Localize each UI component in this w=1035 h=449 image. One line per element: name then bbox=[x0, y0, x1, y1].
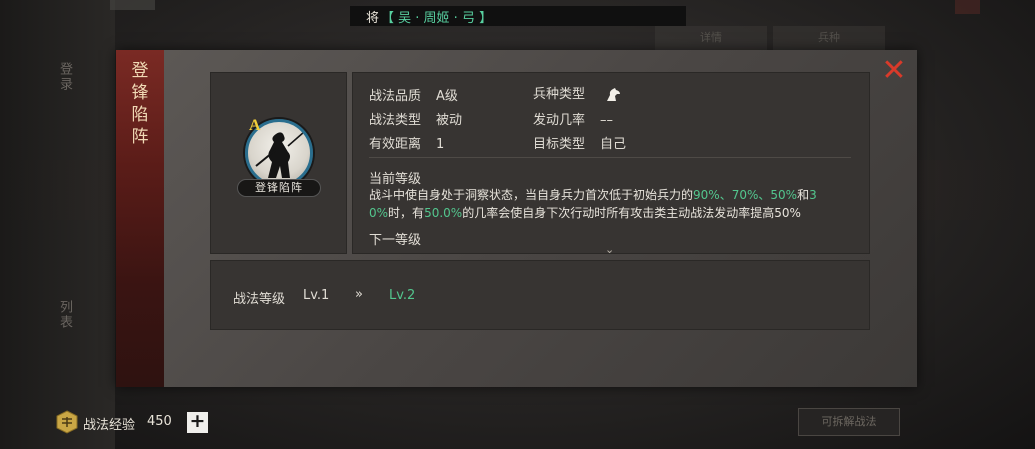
chevron-down-icon[interactable]: ⌄ bbox=[605, 243, 614, 256]
attr-quality-value: A级 bbox=[436, 89, 458, 104]
current-level-label: 当前等级 bbox=[369, 172, 422, 187]
attr-range-value: 1 bbox=[436, 137, 445, 152]
attr-target-label: 目标类型 bbox=[533, 137, 586, 152]
general-name: 【 吴 · 周姬 · 弓 】 bbox=[381, 10, 493, 26]
general-label: 将 bbox=[366, 10, 380, 26]
background-close-hint bbox=[955, 0, 980, 14]
divider bbox=[369, 157, 851, 158]
tactic-name-tag: 登锋陷阵 bbox=[237, 179, 321, 197]
attr-type-value: 被动 bbox=[436, 113, 463, 128]
attr-quality: 战法品质 A级 bbox=[369, 85, 458, 104]
attr-target-value: 自己 bbox=[600, 137, 627, 152]
tactic-description: 战斗中使自身处于洞察状态，当自身兵力首次低于初始兵力的90%、70%、50%和3… bbox=[369, 188, 817, 220]
attr-type-label: 战法类型 bbox=[369, 113, 422, 128]
horse-icon bbox=[607, 87, 621, 101]
attr-range-label: 有效距离 bbox=[369, 137, 422, 152]
tactic-grade: A bbox=[249, 117, 261, 134]
tactic-exp-icon bbox=[56, 410, 78, 434]
attr-target: 目标类型 自己 bbox=[533, 133, 626, 152]
background-decoration bbox=[110, 0, 155, 10]
background-tab-1: 登录 bbox=[57, 62, 72, 92]
attr-range: 有效距离 1 bbox=[369, 133, 444, 152]
tactic-info-panel: 战法品质 A级 战法类型 被动 有效距离 1 兵种类型 发动几率 –– 目标类型 自己 当… bbox=[352, 72, 870, 256]
general-name-bar: 将 【 吴 · 周姬 · 弓 】 bbox=[350, 6, 686, 26]
exp-label: 战法经验 bbox=[83, 418, 136, 433]
tactic-card: A 登锋陷阵 bbox=[210, 72, 347, 254]
attr-rate-label: 发动几率 bbox=[533, 113, 586, 128]
attr-rate-value: –– bbox=[600, 113, 613, 128]
background-tab-2: 列表 bbox=[57, 300, 72, 330]
tactic-level-panel: 战法等级 Lv.1 » Lv.2 bbox=[210, 260, 870, 330]
exp-value: 450 bbox=[147, 414, 172, 429]
background-bottom-button: 可拆解战法 bbox=[798, 408, 900, 436]
attr-type: 战法类型 被动 bbox=[369, 109, 462, 128]
next-level-value: Lv.2 bbox=[389, 288, 416, 303]
attr-troop: 兵种类型 bbox=[533, 83, 622, 103]
level-arrow-icon: » bbox=[355, 287, 363, 302]
dialog-title-banner: 登锋陷阵 bbox=[116, 50, 164, 387]
background-top-tabs: 详情 兵种 bbox=[655, 26, 885, 50]
background-top-tab-2: 兵种 bbox=[773, 26, 885, 50]
background-top-tab-1: 详情 bbox=[655, 26, 767, 50]
attr-quality-label: 战法品质 bbox=[369, 89, 422, 104]
add-exp-button[interactable]: + bbox=[187, 412, 208, 433]
dialog-title: 登锋陷阵 bbox=[131, 61, 149, 147]
close-button[interactable]: ✕ bbox=[879, 56, 909, 86]
attr-troop-label: 兵种类型 bbox=[533, 87, 586, 102]
attr-rate: 发动几率 –– bbox=[533, 109, 613, 128]
tactic-detail-dialog: 登锋陷阵 ✕ A 登锋陷阵 战法品质 A级 战法类型 被动 有效距离 1 兵种类型 bbox=[116, 50, 917, 387]
next-level-label: 下一等级 bbox=[369, 233, 422, 248]
current-level-value: Lv.1 bbox=[303, 288, 330, 303]
level-label: 战法等级 bbox=[233, 292, 286, 307]
